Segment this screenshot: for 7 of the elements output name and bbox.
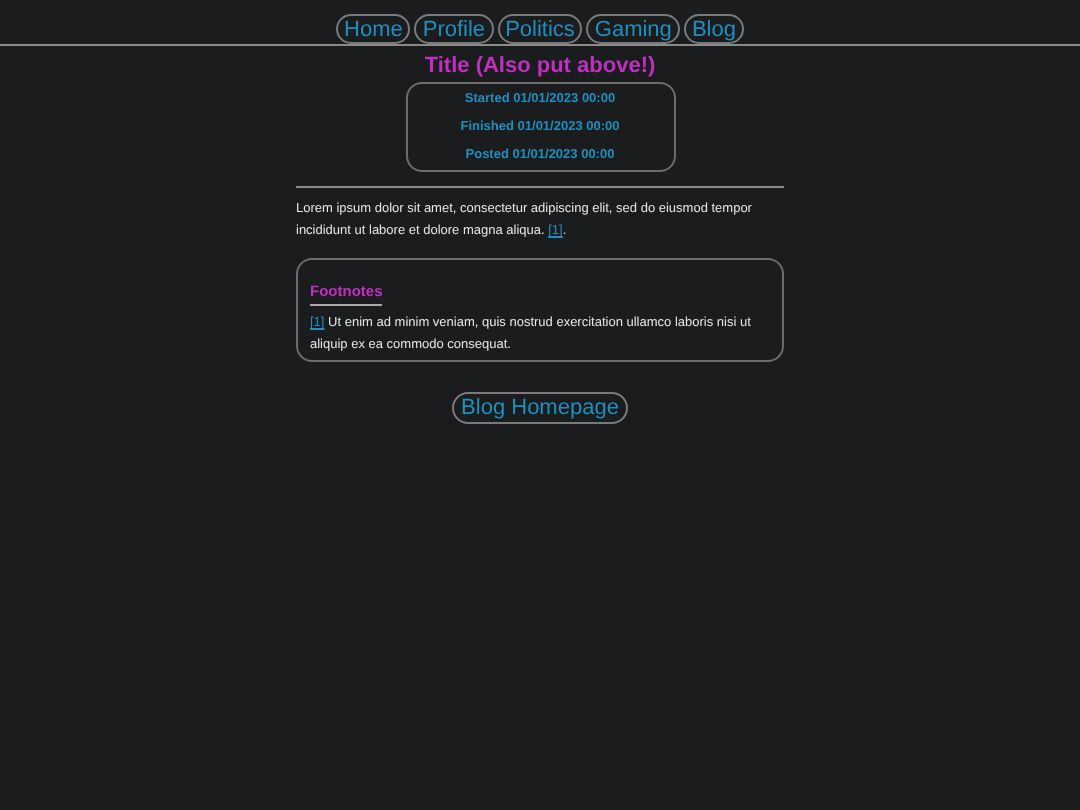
nav-link[interactable]: Politics: [497, 14, 583, 44]
nav-link[interactable]: Gaming: [586, 14, 680, 44]
nav-link[interactable]: Profile: [414, 14, 494, 44]
blog-homepage-button[interactable]: Blog Homepage: [451, 392, 629, 424]
nav-link[interactable]: Blog: [683, 14, 744, 44]
post-title: Title (Also put above!): [424, 54, 656, 78]
nav-link[interactable]: Home: [336, 14, 411, 44]
